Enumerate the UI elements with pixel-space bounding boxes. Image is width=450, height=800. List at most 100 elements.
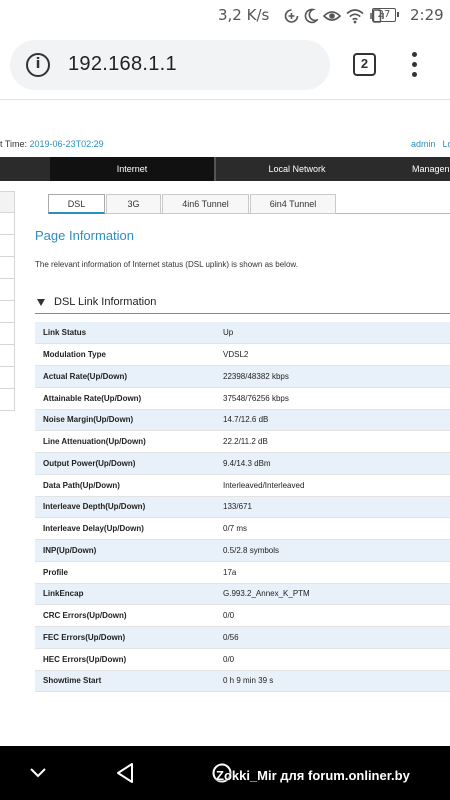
tab-internet[interactable]: Internet [50,157,214,181]
left-menu-item[interactable] [0,301,15,323]
row-value: 133/671 [223,496,450,519]
table-row: FEC Errors(Up/Down) 0/56 [35,626,450,649]
row-value: 0.5/2.8 symbols [223,539,450,562]
collapse-triangle-icon[interactable] [37,299,45,306]
row-value: 0/7 ms [223,517,450,540]
status-bar: 3,2 K/s 27 2:29 [0,0,450,32]
table-row: Modulation Type VDSL2 [35,343,450,366]
table-row: Profile 17a [35,561,450,584]
row-value: Up [223,322,450,345]
left-menu-item[interactable] [0,257,15,279]
row-label: Interleave Delay(Up/Down) [35,517,223,540]
tab-local-network[interactable]: Local Network [216,157,378,181]
moon-icon [304,8,318,24]
subtab-3g[interactable]: 3G [106,194,161,214]
table-row: LinkEncap G.993.2_Annex_K_PTM [35,583,450,606]
uptime-info: t Time: 2019-06-23T02:29 [0,139,104,149]
table-row: Attainable Rate(Up/Down) 37548/76256 kbps [35,387,450,410]
row-value: 37548/76256 kbps [223,387,450,410]
tabs-icon[interactable]: 2 [353,53,376,76]
left-menu [0,191,15,411]
watermark: Zokki_Mir для forum.onliner.by [216,768,410,783]
url-text[interactable]: 192.168.1.1 [68,53,177,76]
sub-tabs: DSL 3G 4in6 Tunnel 6in4 Tunnel [48,194,450,214]
row-value: 17a [223,561,450,584]
subtab-6in4-tunnel[interactable]: 6in4 Tunnel [250,194,336,214]
left-menu-item[interactable] [0,235,15,257]
row-label: Output Power(Up/Down) [35,452,223,475]
hide-keyboard-icon[interactable] [29,767,47,779]
uptime-value: 2019-06-23T02:29 [29,139,104,149]
row-label: LinkEncap [35,583,223,606]
row-value: 0/56 [223,626,450,649]
row-value: 0 h 9 min 39 s [223,670,450,693]
table-row: Showtime Start 0 h 9 min 39 s [35,670,450,693]
table-row: Data Path(Up/Down) Interleaved/Interleave… [35,474,450,497]
table-row: Interleave Delay(Up/Down) 0/7 ms [35,517,450,540]
back-icon[interactable] [115,762,135,784]
battery-icon: 27 [372,8,399,22]
screen: 3,2 K/s 27 2:29 i 192.168.1.1 2 t Time: … [0,0,450,800]
row-value: 0/0 [223,648,450,671]
left-menu-item[interactable] [0,323,15,345]
wifi-icon [346,9,364,24]
browser-toolbar: i 192.168.1.1 2 [0,32,450,100]
user-links: admin Lo [411,139,450,149]
row-value: VDSL2 [223,343,450,366]
user-link[interactable]: admin [411,139,436,149]
left-menu-item[interactable] [0,191,15,213]
address-bar[interactable]: i 192.168.1.1 [10,40,330,90]
left-menu-item[interactable] [0,389,15,411]
row-value: 9.4/14.3 dBm [223,452,450,475]
table-row: Output Power(Up/Down) 9.4/14.3 dBm [35,452,450,475]
table-row: Noise Margin(Up/Down) 14.7/12.6 dB [35,409,450,432]
row-label: Showtime Start [35,670,223,693]
table-row: HEC Errors(Up/Down) 0/0 [35,648,450,671]
table-row: Actual Rate(Up/Down) 22398/48382 kbps [35,365,450,388]
row-label: Attainable Rate(Up/Down) [35,387,223,410]
data-saver-icon [284,9,299,23]
row-label: Data Path(Up/Down) [35,474,223,497]
status-icons [284,6,385,26]
row-value: G.993.2_Annex_K_PTM [223,583,450,606]
left-menu-item[interactable] [0,345,15,367]
logout-link[interactable]: Lo [443,139,450,149]
row-label: FEC Errors(Up/Down) [35,626,223,649]
row-label: Modulation Type [35,343,223,366]
section-title: DSL Link Information [54,296,157,308]
row-value: 14.7/12.6 dB [223,409,450,432]
router-page: t Time: 2019-06-23T02:29 admin Lo Interne… [0,101,450,746]
left-menu-item[interactable] [0,213,15,235]
row-label: INP(Up/Down) [35,539,223,562]
table-row: CRC Errors(Up/Down) 0/0 [35,604,450,627]
row-value: 22.2/11.2 dB [223,430,450,453]
left-menu-item[interactable] [0,367,15,389]
row-label: Profile [35,561,223,584]
tab-management[interactable]: Managen [412,157,450,181]
subtab-dsl[interactable]: DSL [48,194,105,214]
page-title: Page Information [35,228,135,243]
main-nav: Internet Local Network Managen [0,157,450,181]
android-nav-bar: Zokki_Mir для forum.onliner.by [0,746,450,800]
row-label: CRC Errors(Up/Down) [35,604,223,627]
row-label: Line Attenuation(Up/Down) [35,430,223,453]
table-row: INP(Up/Down) 0.5/2.8 symbols [35,539,450,562]
row-label: Interleave Depth(Up/Down) [35,496,223,519]
subtab-4in6-tunnel[interactable]: 4in6 Tunnel [162,194,249,214]
info-icon[interactable]: i [26,53,50,77]
row-label: HEC Errors(Up/Down) [35,648,223,671]
row-value: 0/0 [223,604,450,627]
row-label: Actual Rate(Up/Down) [35,365,223,388]
page-description: The relevant information of Internet sta… [35,260,298,269]
clock: 2:29 [410,6,444,24]
row-label: Noise Margin(Up/Down) [35,409,223,432]
overflow-menu-icon[interactable] [405,52,425,78]
table-row: Interleave Depth(Up/Down) 133/671 [35,496,450,519]
row-value: 22398/48382 kbps [223,365,450,388]
left-menu-item[interactable] [0,279,15,301]
row-label: Link Status [35,322,223,345]
network-speed: 3,2 K/s [218,6,270,24]
section-header[interactable]: DSL Link Information [35,294,450,314]
row-value: Interleaved/Interleaved [223,474,450,497]
table-row: Line Attenuation(Up/Down) 22.2/11.2 dB [35,430,450,453]
